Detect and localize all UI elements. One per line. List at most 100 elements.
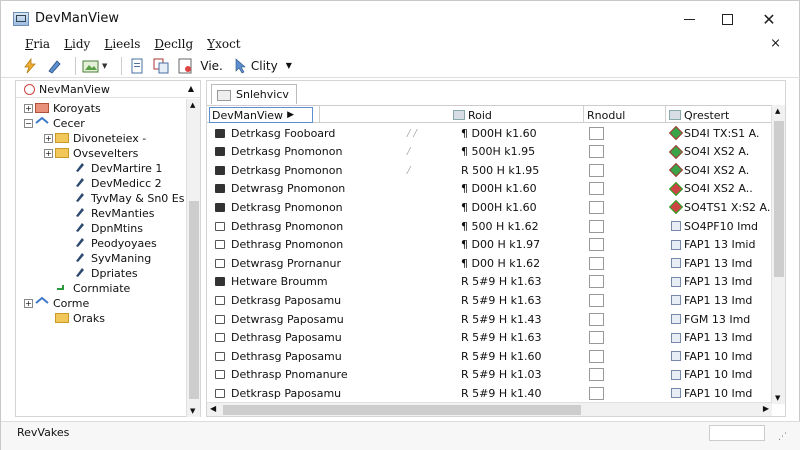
driver-cell: SO4I XS2 A. [668, 163, 749, 178]
tree-scrollbar-thumb[interactable] [189, 201, 199, 399]
table-vertical-scrollbar[interactable]: ▲ ▼ [771, 105, 785, 404]
device-icon [215, 314, 225, 324]
tree-item[interactable]: TyvMay & Sn0 Esm [62, 190, 184, 206]
column-header-driver[interactable]: Qrestert [669, 107, 729, 123]
menu-item-edit[interactable]: Lidy [64, 37, 90, 51]
toolbar-refresh-button[interactable] [21, 57, 39, 75]
menubar-close-icon[interactable]: × [770, 36, 781, 51]
scroll-left-icon[interactable]: ◀ [210, 404, 216, 413]
tree-header[interactable]: NevManView ▲ [16, 81, 200, 98]
tree-item[interactable]: Peodyoyaes [62, 235, 157, 251]
expand-icon[interactable]: + [44, 133, 53, 143]
toolbar-filter-combo[interactable]: Clity ▼ [229, 56, 296, 76]
tree-item[interactable]: + Corme [24, 295, 89, 311]
maximize-button[interactable] [707, 5, 747, 33]
device-name-text: Detkrasp Paposamu [231, 386, 342, 400]
toolbar-save-button[interactable] [128, 57, 146, 75]
menu-item-file[interactable]: Fria [25, 37, 50, 51]
scroll-up-icon[interactable]: ▲ [775, 107, 780, 115]
scroll-down-icon[interactable]: ▼ [190, 407, 195, 415]
close-button[interactable]: ✕ [749, 5, 789, 33]
module-checkbox[interactable] [589, 200, 604, 214]
tree-item[interactable]: + Ovsevelters [44, 145, 138, 161]
column-header-port[interactable]: Roid [453, 107, 492, 123]
tree-item[interactable]: DevMartire 1 [62, 160, 162, 176]
tree-item[interactable]: Cornmiate [44, 280, 130, 296]
tree-scrollbar[interactable]: ▲ ▼ [186, 99, 200, 417]
column-divider[interactable] [583, 106, 584, 122]
table-row[interactable]: Dethrasg Paposamu R 5#9 H k1.63 FAP1 13 Im… [207, 329, 772, 347]
table-horizontal-scrollbar-thumb[interactable] [223, 405, 581, 415]
table-row[interactable]: Detkrasg Paposamu R 5#9 H k1.63 FAP1 13 Im… [207, 291, 772, 309]
pencil-icon [48, 59, 61, 74]
tree-item-label: DevMedicc 2 [91, 176, 162, 190]
tree-item[interactable]: + Divoneteiex - [44, 130, 146, 146]
toolbar-properties-button[interactable] [45, 57, 63, 75]
table-row[interactable]: Detwrasg Paposamu R 5#9 H k1.43 FGM 13 Imd [207, 310, 772, 328]
module-checkbox[interactable] [589, 312, 604, 326]
module-checkbox[interactable] [589, 256, 604, 270]
module-checkbox[interactable] [589, 349, 604, 363]
column-divider[interactable] [319, 106, 320, 122]
tree-item-label: TyvMay & Sn0 Esm [91, 191, 184, 205]
driver-text: SO4I XS2 A. [684, 145, 750, 159]
table-row[interactable]: Dethrasg Pnomonon ¶ D00 H k1.97 FAP1 13 Im… [207, 236, 772, 254]
menu-item-view[interactable]: Lieels [104, 37, 140, 51]
tree-item[interactable]: Dpriates [62, 265, 138, 281]
tree-item[interactable]: RevManties [62, 205, 155, 221]
scroll-right-icon[interactable]: ▶ [763, 404, 769, 413]
tree-item[interactable]: Oraks [44, 310, 105, 326]
flag-cell: / [407, 146, 411, 158]
column-header-name[interactable]: DevManView ▶ [209, 107, 313, 123]
module-checkbox[interactable] [589, 163, 604, 177]
module-checkbox[interactable] [589, 126, 604, 140]
tree-item[interactable]: − Cecer [24, 115, 85, 131]
driver-file-icon [671, 276, 681, 287]
module-checkbox[interactable] [589, 368, 604, 382]
table-row[interactable]: Detwrasg Pnomonon ¶ D00H k1.60 SO4I XS2 A.… [207, 180, 772, 198]
module-checkbox[interactable] [589, 182, 604, 196]
table-row[interactable]: Dethrasg Pnomonon ¶ 500 H k1.62 SO4PF10 Im… [207, 217, 772, 235]
toolbar-view-dropdown[interactable]: ▼ [82, 58, 107, 74]
tree-item-label: Peodyoyaes [91, 236, 157, 250]
driver-cell: SO4I XS2 A. [668, 144, 750, 159]
table-row[interactable]: Detkrasg Pnomonon ¶ D00H k1.60 SO4TS1 X:S2… [207, 198, 772, 216]
expand-icon[interactable]: + [44, 148, 53, 158]
scroll-down-icon[interactable]: ▼ [775, 394, 780, 402]
table-row[interactable]: Detrkasg Fooboard / / ¶ D00H k1.60 SD4I TX:… [207, 124, 772, 142]
column-header-module[interactable]: Rnodul [587, 107, 625, 123]
tree-item[interactable]: DevMedicc 2 [62, 175, 162, 191]
expand-icon[interactable]: + [24, 298, 33, 308]
table-row[interactable]: Detkrasp Paposamu R 5#9 H k1.40 FAP1 10 Im… [207, 384, 772, 402]
resize-grip-icon[interactable]: ⋰ [778, 432, 787, 442]
minimize-button[interactable] [669, 5, 709, 33]
toolbar-copy-button[interactable] [152, 57, 170, 75]
table-row[interactable]: Detrkasg Pnomonon / ¶ 500H k1.95 SO4I XS2 A… [207, 143, 772, 161]
table-horizontal-scrollbar[interactable]: ◀ ▶ [207, 402, 772, 416]
module-checkbox[interactable] [589, 275, 604, 289]
module-checkbox[interactable] [589, 145, 604, 159]
module-checkbox[interactable] [589, 238, 604, 252]
module-checkbox[interactable] [589, 331, 604, 345]
table-vertical-scrollbar-thumb[interactable] [774, 121, 784, 277]
collapse-icon[interactable]: − [24, 118, 33, 128]
table-row[interactable]: Hetware Broumm R 5#9 H k1.63 FAP1 13 Imd [207, 273, 772, 291]
table-row[interactable]: Dethrasg Paposamu R 5#9 H k1.60 FAP1 10 Im… [207, 347, 772, 365]
driver-status-icon [668, 181, 684, 196]
module-checkbox[interactable] [589, 293, 604, 307]
scroll-up-icon[interactable]: ▲ [190, 101, 195, 109]
table-row[interactable]: Dethrasp Pnomanure R 5#9 H k1.03 FAP1 10 I… [207, 366, 772, 384]
module-checkbox[interactable] [589, 219, 604, 233]
tree-item[interactable]: DpnMtins [62, 220, 143, 236]
table-row[interactable]: Detrkasg Pnomonon / R 500 H k1.95 SO4I XS2 … [207, 161, 772, 179]
column-divider[interactable] [665, 106, 666, 122]
menu-item-help[interactable]: Yxoct [207, 37, 240, 51]
expand-icon[interactable]: + [24, 103, 33, 113]
table-row[interactable]: Detwrasg Prornanur ¶ D00 H k1.62 FAP1 13 I… [207, 254, 772, 272]
module-checkbox[interactable] [589, 386, 604, 400]
tree-item[interactable]: + Koroyats [24, 100, 101, 116]
menu-item-options[interactable]: Decllg [154, 37, 193, 51]
tab-devices[interactable]: Snlehvicv [211, 84, 297, 104]
tree-item[interactable]: SyvManing [62, 250, 151, 266]
toolbar-html-button[interactable] [176, 57, 194, 75]
